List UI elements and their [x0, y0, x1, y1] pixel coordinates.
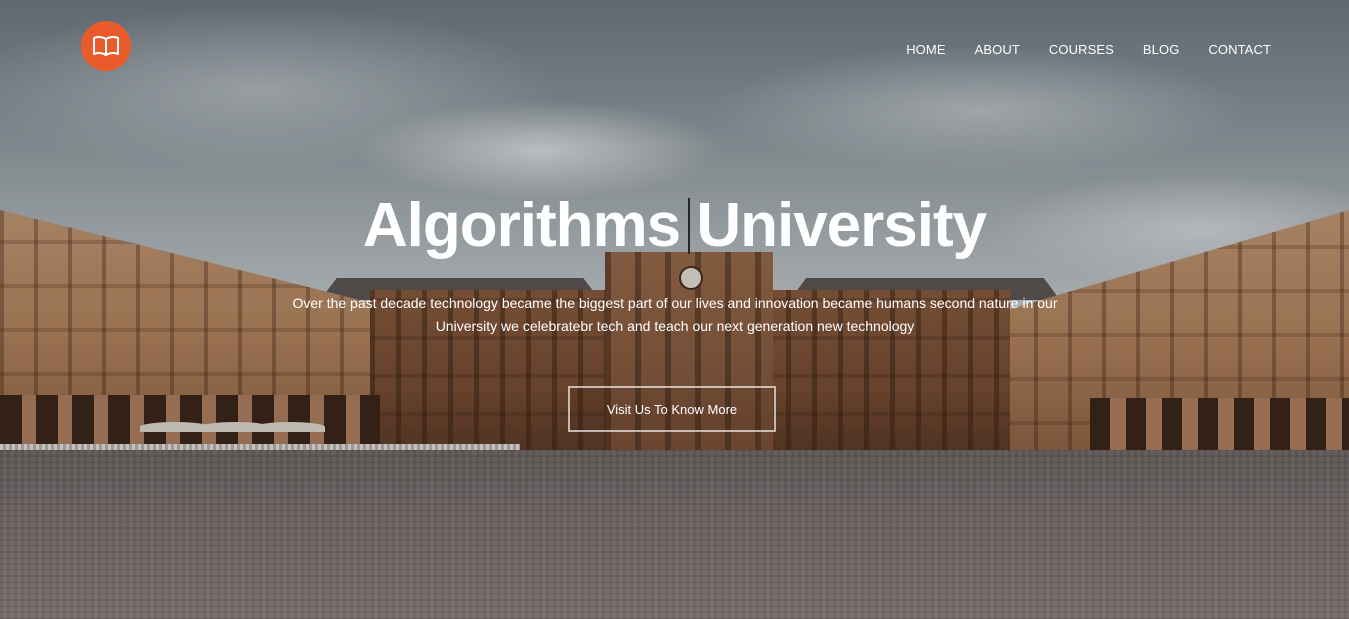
visit-us-button[interactable]: Visit Us To Know More: [568, 386, 776, 432]
hero-title: Algorithms University: [362, 191, 987, 260]
nav-item-blog[interactable]: BLOG: [1143, 42, 1180, 58]
site-logo[interactable]: [81, 21, 131, 71]
nav-item-contact[interactable]: CONTACT: [1208, 42, 1271, 58]
hero-subtitle: Over the past decade technology became t…: [292, 295, 1058, 334]
open-book-icon: [93, 35, 119, 56]
hero-section: HOME ABOUT COURSES BLOG CONTACT Algorith…: [0, 0, 1349, 619]
nav-item-home[interactable]: HOME: [906, 42, 945, 58]
main-nav: HOME ABOUT COURSES BLOG CONTACT: [877, 42, 1271, 58]
nav-item-courses[interactable]: COURSES: [1049, 42, 1114, 58]
nav-item-about[interactable]: ABOUT: [975, 42, 1020, 58]
